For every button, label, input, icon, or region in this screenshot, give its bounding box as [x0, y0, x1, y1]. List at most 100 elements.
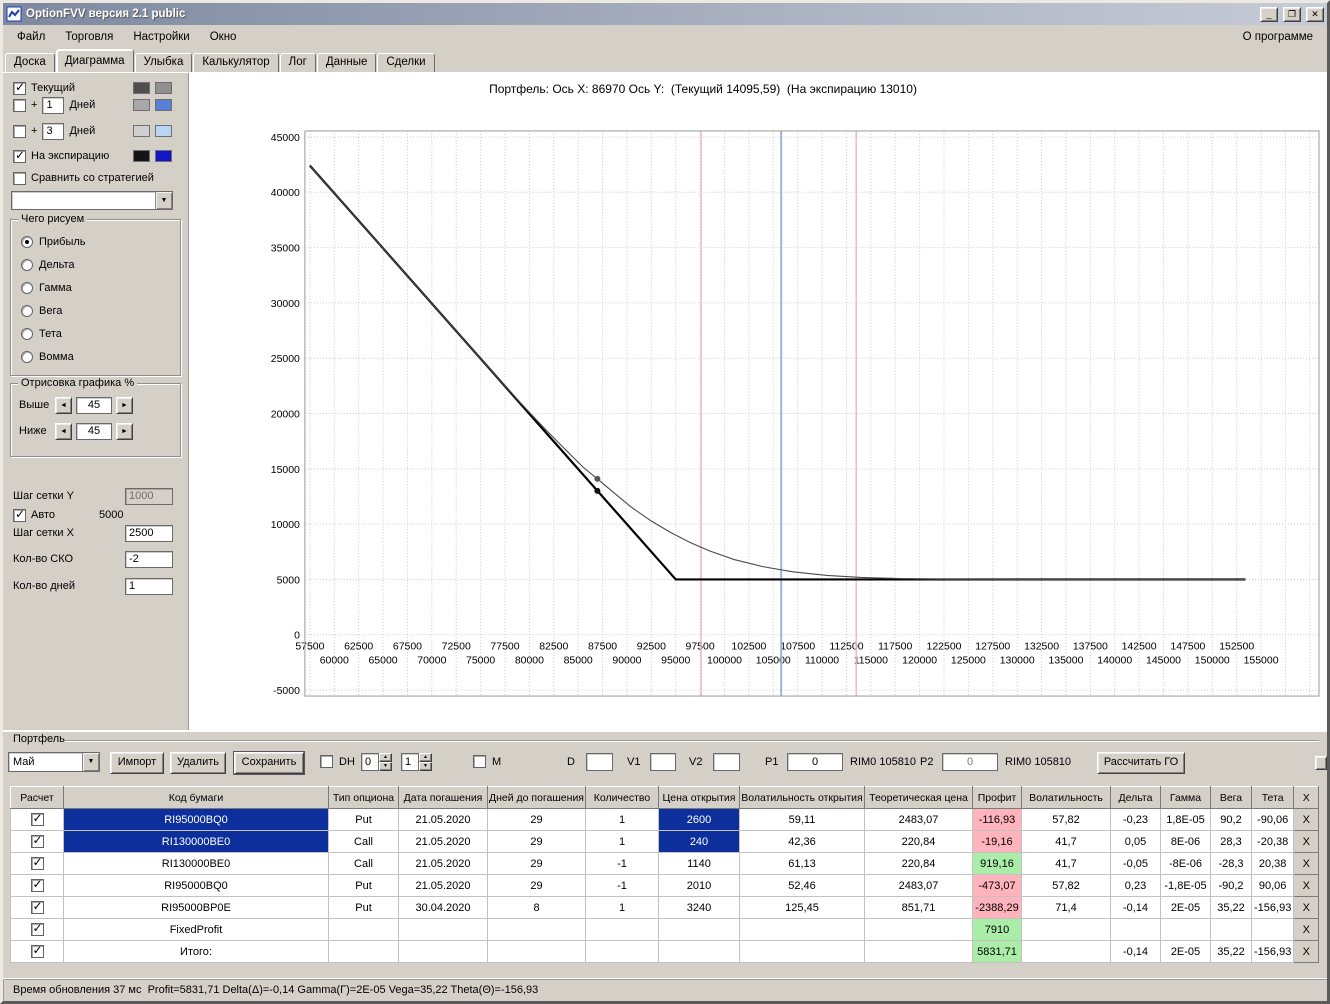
menu-item-1[interactable]: Торговля	[55, 27, 123, 47]
calc-go-button[interactable]: Рассчитать ГО	[1097, 752, 1185, 774]
cell-profit[interactable]: -19,16	[972, 830, 1022, 853]
cell-quantity[interactable]: -1	[585, 874, 659, 897]
cell-theor-price[interactable]: 220,84	[864, 830, 973, 853]
p1-input[interactable]	[787, 753, 843, 771]
cell-open-price[interactable]: 240	[658, 830, 740, 853]
menu-item-3[interactable]: Окно	[200, 27, 247, 47]
column-header[interactable]: Дней до погашения	[487, 786, 586, 809]
tab-1[interactable]: Диаграмма	[55, 49, 134, 72]
cell-days-left[interactable]	[487, 940, 586, 963]
cell-theor-price[interactable]: 851,71	[864, 896, 973, 919]
cell-theta[interactable]: -156,93	[1250, 940, 1295, 963]
cell-open-price[interactable]: 3240	[658, 896, 740, 919]
dh-spinner-2-input[interactable]	[401, 753, 419, 771]
cell-option-type[interactable]: Call	[328, 852, 399, 875]
cell-quantity[interactable]: 1	[585, 830, 659, 853]
cell-code[interactable]: Итого:	[63, 940, 329, 963]
cell-volatility[interactable]	[1021, 918, 1111, 941]
row-calc-checkbox[interactable]	[30, 855, 44, 870]
cell-open-volatility[interactable]: 42,36	[739, 830, 865, 853]
tab-4[interactable]: Лог	[279, 53, 316, 72]
cell-option-type[interactable]: Call	[328, 830, 399, 853]
cell-delta[interactable]: -0,05	[1110, 852, 1161, 875]
plus1-days-input[interactable]	[42, 96, 65, 114]
cell-days-left[interactable]: 29	[487, 808, 586, 831]
column-header[interactable]: Тета	[1250, 786, 1295, 809]
increase-below-button[interactable]	[116, 422, 133, 440]
cell-volatility[interactable]: 71,4	[1021, 896, 1111, 919]
tab-2[interactable]: Улыбка	[134, 53, 193, 72]
cell-vega[interactable]	[1210, 918, 1252, 941]
grid-x-input[interactable]	[125, 524, 173, 542]
plus3-checkbox[interactable]	[13, 124, 26, 138]
grid-y-input[interactable]	[125, 487, 173, 505]
column-header[interactable]: Тип опциона	[328, 786, 399, 809]
column-header[interactable]: Количество	[585, 786, 659, 809]
cell-open-price[interactable]: 2010	[658, 874, 740, 897]
cell-option-type[interactable]	[328, 918, 399, 941]
cell-expiry-date[interactable]: 30.04.2020	[398, 896, 488, 919]
cell-theta[interactable]: -20,38	[1250, 830, 1295, 853]
cell-gamma[interactable]: 1,8E-05	[1160, 808, 1211, 831]
column-header[interactable]: Гамма	[1160, 786, 1211, 809]
cell-vega[interactable]: -90,2	[1210, 874, 1252, 897]
cell-expiry-date[interactable]: 21.05.2020	[398, 830, 488, 853]
cell-gamma[interactable]: -8E-06	[1160, 852, 1211, 875]
cell-vega[interactable]: 35,22	[1210, 940, 1252, 963]
radio-button[interactable]	[21, 305, 33, 317]
cell-quantity[interactable]	[585, 940, 659, 963]
cell-delta[interactable]: -0,14	[1110, 896, 1161, 919]
month-select[interactable]: Май	[8, 752, 100, 772]
cell-profit[interactable]: 5831,71	[972, 940, 1022, 963]
v1-input[interactable]	[650, 753, 676, 771]
cell-expiry-date[interactable]	[398, 940, 488, 963]
column-header[interactable]: Цена открытия	[658, 786, 740, 809]
column-header[interactable]: Расчет	[10, 786, 64, 809]
above-percent-input[interactable]	[76, 396, 112, 414]
cell-days-left[interactable]	[487, 918, 586, 941]
row-delete-button[interactable]: X	[1293, 852, 1320, 875]
column-header[interactable]: X	[1293, 786, 1320, 809]
cell-code[interactable]: RI95000BQ0	[63, 874, 329, 897]
cell-option-type[interactable]: Put	[328, 874, 399, 897]
cell-open-price[interactable]: 1140	[658, 852, 740, 875]
v2-input[interactable]	[713, 753, 740, 771]
pnl-chart[interactable]: -5000 0 5000 10000 15000 20000 25000 30000 35000…	[189, 99, 1327, 730]
save-button[interactable]: Сохранить	[233, 751, 305, 775]
row-calc-checkbox[interactable]	[30, 877, 44, 892]
cell-profit[interactable]: -473,07	[972, 874, 1022, 897]
cell-code[interactable]: RI130000BE0	[63, 830, 329, 853]
cell-code[interactable]: RI130000BE0	[63, 852, 329, 875]
close-button[interactable]: ✕	[1306, 6, 1324, 22]
compare-checkbox[interactable]	[13, 171, 26, 185]
cell-theor-price[interactable]	[864, 940, 973, 963]
row-calc-checkbox[interactable]	[30, 833, 44, 848]
delete-button[interactable]: Удалить	[170, 752, 226, 774]
cell-theor-price[interactable]: 2483,07	[864, 874, 973, 897]
increase-above-button[interactable]	[116, 396, 133, 414]
tab-5[interactable]: Данные	[316, 53, 377, 72]
column-header[interactable]: Дельта	[1110, 786, 1161, 809]
cell-theta[interactable]: -90,06	[1250, 808, 1295, 831]
column-header[interactable]: Вега	[1210, 786, 1252, 809]
maximize-button[interactable]: ❐	[1283, 6, 1301, 22]
row-delete-button[interactable]: X	[1293, 830, 1320, 853]
cell-days-left[interactable]: 8	[487, 896, 586, 919]
plus1-checkbox[interactable]	[13, 98, 26, 112]
cell-theor-price[interactable]: 220,84	[864, 852, 973, 875]
cell-open-volatility[interactable]	[739, 940, 865, 963]
row-calc-checkbox[interactable]	[30, 811, 44, 826]
cell-open-volatility[interactable]	[739, 918, 865, 941]
cell-vega[interactable]: 35,22	[1210, 896, 1252, 919]
cell-delta[interactable]: 0,23	[1110, 874, 1161, 897]
current-checkbox[interactable]	[13, 80, 26, 95]
cell-vega[interactable]: 28,3	[1210, 830, 1252, 853]
cell-gamma[interactable]: -1,8E-05	[1160, 874, 1211, 897]
tab-0[interactable]: Доска	[5, 53, 55, 72]
dh-spinner-1-input[interactable]	[361, 753, 379, 771]
days-input[interactable]	[125, 577, 173, 595]
cell-option-type[interactable]: Put	[328, 896, 399, 919]
column-header[interactable]: Код бумаги	[63, 786, 329, 809]
cell-delta[interactable]	[1110, 918, 1161, 941]
cell-volatility[interactable]: 57,82	[1021, 808, 1111, 831]
